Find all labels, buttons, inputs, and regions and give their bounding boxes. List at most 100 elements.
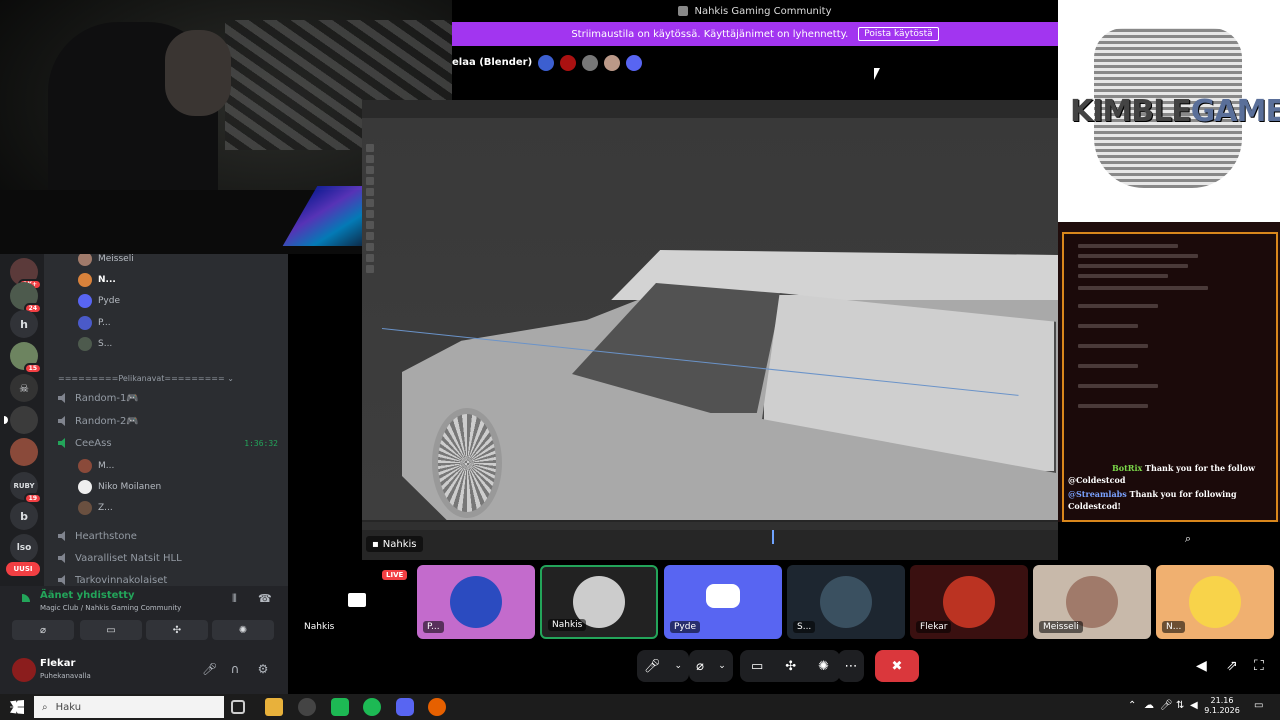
spotify-icon[interactable] (363, 698, 381, 716)
server-icon[interactable] (10, 438, 38, 466)
volume-icon[interactable]: ◀ (1196, 658, 1207, 674)
server-icon[interactable]: 24 (10, 282, 42, 314)
window-titlebar: Nahkis Gaming Community (452, 0, 1058, 22)
participant-tile[interactable]: Nahkis (540, 565, 658, 639)
window-title: Nahkis Gaming Community (694, 5, 832, 17)
discord-icon (626, 54, 643, 71)
file-explorer-icon[interactable] (265, 698, 283, 716)
logo-text-games: GAMES (1190, 94, 1280, 129)
participant-tile[interactable]: N... (1156, 565, 1274, 639)
voice-status: Äänet yhdistetty (40, 590, 135, 601)
channel-title: elaa (Blender) (452, 57, 533, 68)
wifi-icon[interactable]: ⇅ (1176, 700, 1184, 711)
chat-message: BotRix Thank you for the follow @Coldest… (1068, 463, 1255, 485)
app-icon[interactable] (331, 698, 349, 716)
overlay-footer (1058, 522, 1280, 560)
voice-user[interactable]: Niko Moilanen (78, 478, 161, 496)
streamer-mode-banner: Striimaustila on käytössä. Käyttäjänimet… (452, 22, 1058, 46)
blender-toolbar (366, 144, 376, 394)
avatar[interactable] (12, 658, 36, 682)
participant-tile[interactable]: P... (417, 565, 535, 639)
chevron-up-icon[interactable]: ⌃ (1128, 700, 1136, 711)
participant-tile[interactable]: Meisseli (1033, 565, 1151, 639)
speaker-icon (58, 393, 65, 403)
speaker-icon (58, 553, 65, 563)
live-badge: LIVE (382, 570, 408, 580)
microphone-button[interactable]: 🎤︎ ⌄ (637, 650, 689, 682)
gear-icon[interactable]: ⚙ (256, 662, 270, 676)
disable-streamer-mode-button[interactable]: Poista käytöstä (858, 27, 939, 41)
speaker-icon (58, 575, 65, 585)
camera-button[interactable]: ⌀ ⌄ (689, 650, 733, 682)
microphone-icon[interactable]: 🎤︎ (1160, 700, 1173, 711)
soundboard-button[interactable]: ✺ (212, 620, 274, 640)
disconnect-icon[interactable]: ☎ (258, 592, 272, 605)
voice-user[interactable]: S... (78, 335, 112, 353)
voice-user[interactable]: P... (78, 314, 111, 332)
obs-icon[interactable] (298, 698, 316, 716)
notification-icon[interactable]: ▭ (1254, 700, 1263, 711)
task-view-icon[interactable] (231, 700, 245, 714)
network-icon[interactable]: ☁ (1144, 700, 1154, 711)
server-icon (678, 6, 689, 16)
noise-suppression-icon[interactable]: ⦀ (232, 592, 237, 606)
server-icon[interactable]: b (10, 502, 38, 530)
user-status: Puhekanavalla (40, 672, 91, 680)
server-icon[interactable]: lso (10, 534, 38, 562)
chat-message: @Streamlabs Thank you for following Cold… (1068, 489, 1237, 511)
screen-icon (348, 593, 366, 607)
participant-tile[interactable]: Flekar (910, 565, 1028, 639)
server-icon[interactable]: 15 (10, 342, 42, 374)
microphone-icon[interactable]: 🎤︎ (202, 662, 217, 676)
user-panel: Flekar Puhekanavalla 🎤︎ ∩ ⚙ (0, 648, 288, 694)
taskbar-search[interactable]: ⌕ Haku (34, 696, 224, 718)
voice-user[interactable]: Meisseli (78, 254, 134, 268)
blender-timeline (362, 520, 1058, 560)
volume-icon[interactable]: ◀ (1190, 700, 1198, 711)
share-screen-button[interactable]: ▭ (80, 620, 142, 640)
camera-off-button[interactable]: ⌀ (12, 620, 74, 640)
voice-channel[interactable]: CeeAss 1:36:32 (58, 433, 278, 453)
voice-channel[interactable]: Random-1🎮 (58, 388, 278, 408)
screen-share-view[interactable] (362, 100, 1058, 560)
voice-channel[interactable]: Random-2🎮 (58, 411, 278, 431)
voice-user[interactable]: Pyde (78, 292, 120, 310)
leave-call-button[interactable]: ✖ (875, 650, 919, 682)
server-icon[interactable]: ☠ (10, 374, 38, 402)
blender-menubar (362, 100, 1058, 118)
participant-tile[interactable]: S... (787, 565, 905, 639)
activities-button[interactable]: ✣ (146, 620, 208, 640)
call-timer: 1:36:32 (244, 438, 278, 448)
activities-icon: ✣ (785, 658, 797, 674)
voice-user[interactable]: N... (78, 271, 116, 289)
voice-channel[interactable]: Vaaralliset Natsit HLL (58, 548, 278, 568)
discord-icon[interactable] (396, 698, 414, 716)
speaker-icon (58, 416, 65, 426)
zoom-icon[interactable]: ⌕ (1178, 532, 1198, 550)
voice-user[interactable]: M... (78, 457, 114, 475)
participant-tile[interactable]: Pyde (664, 565, 782, 639)
blender-viewport (362, 118, 1058, 528)
more-options-button[interactable]: ⋯ (838, 650, 864, 682)
voice-location: Magic Club / Nahkis Gaming Community (40, 604, 182, 612)
server-icon[interactable] (4, 406, 38, 434)
popout-icon[interactable]: ⇗ (1226, 658, 1238, 674)
headphones-icon[interactable]: ∩ (228, 662, 242, 676)
new-badge[interactable]: UUSI (6, 562, 40, 576)
taskbar-clock[interactable]: 21.16 9.1.2026 (1200, 696, 1244, 716)
share-screen-icon: ▭ (750, 658, 764, 674)
voice-user[interactable]: Z... (78, 499, 113, 517)
voice-connected-panel: Äänet yhdistetty Magic Club / Nahkis Gam… (0, 586, 288, 648)
fullscreen-icon[interactable]: ⛶ (1254, 658, 1264, 674)
server-icon[interactable]: RUBY 19 (10, 472, 42, 504)
avatar (582, 54, 599, 71)
server-icon[interactable]: h (10, 310, 38, 338)
channel-header: elaa (Blender) (452, 46, 1058, 101)
speaker-icon (58, 531, 65, 541)
share-controls[interactable]: ▭ ✣ ✺ (740, 650, 840, 682)
soundboard-icon: ✺ (818, 658, 829, 674)
firefox-icon[interactable] (428, 698, 446, 716)
voice-channel[interactable]: Hearthstone (58, 526, 278, 546)
logo-text: KIMBLE (1070, 94, 1192, 129)
category-header[interactable]: =========Pelikanavat========= ⌄ (58, 374, 234, 383)
